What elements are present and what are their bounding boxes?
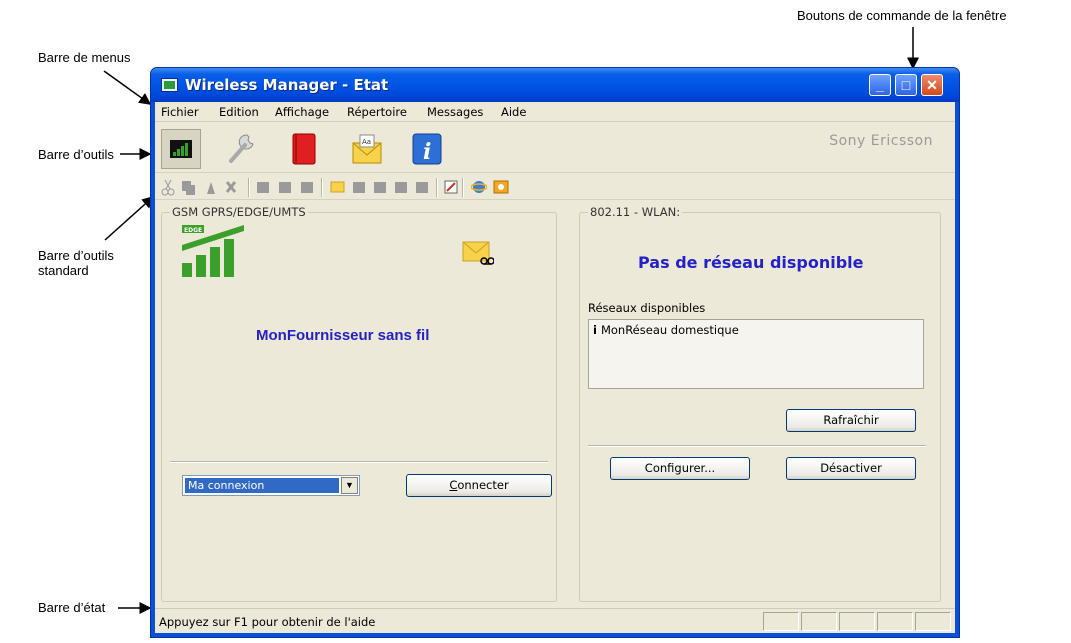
std-toolbar-icons (161, 178, 464, 197)
copy-icon (182, 181, 195, 195)
delete-icon (225, 181, 237, 193)
contact-icons (257, 182, 313, 193)
app-icon (161, 78, 178, 92)
wrench-icon (229, 134, 254, 163)
minimize-button[interactable]: _ (869, 74, 891, 96)
close-icon: ✕ (926, 77, 938, 93)
arrow-std-toolbar (104, 195, 155, 241)
phonebook-icon (292, 133, 316, 165)
wlan-status: Pas de réseau disponible (638, 253, 864, 272)
settings-toolbar-button[interactable] (221, 129, 261, 169)
disable-button[interactable]: Désactiver (786, 457, 916, 480)
connection-select[interactable]: Ma connexion ▼ (182, 475, 360, 496)
annotation-menubar: Barre de menus (38, 50, 131, 65)
menu-repertoire[interactable]: Répertoire (347, 105, 407, 119)
messages-toolbar-button[interactable]: Aa (347, 129, 387, 169)
menu-aide[interactable]: Aide (501, 105, 526, 119)
wlan-group-label: 802.11 - WLAN: (588, 205, 683, 219)
window-title: Wireless Manager - Etat (185, 76, 389, 94)
menu-messages[interactable]: Messages (427, 105, 483, 119)
status-text: Appuyez sur F1 pour obtenir de l'aide (159, 615, 376, 629)
info-toolbar-button[interactable]: i (407, 129, 447, 169)
status-panel-5 (915, 612, 951, 631)
connection-select-value: Ma connexion (185, 478, 339, 493)
maximize-button[interactable]: □ (895, 74, 917, 96)
network-info-icon: i (593, 323, 597, 337)
wireless-manager-window: Wireless Manager - Etat _ □ ✕ Fichier Ed… (150, 67, 960, 638)
status-panel-1 (763, 612, 799, 631)
available-networks-label: Réseaux disponibles (588, 301, 706, 315)
connect-button[interactable]: Connecter (406, 474, 552, 497)
phonebook-toolbar-button[interactable] (283, 129, 323, 169)
title-bar[interactable]: Wireless Manager - Etat _ □ ✕ (151, 68, 959, 102)
chevron-down-icon[interactable]: ▼ (341, 477, 358, 494)
list-item[interactable]: i MonRéseau domestique (593, 323, 739, 337)
connect-label: onnecter (457, 478, 509, 492)
client-area: Fichier Edition Affichage Répertoire Mes… (155, 102, 955, 633)
annotation-toolbar: Barre d’outils (38, 147, 114, 162)
minimize-icon: _ (876, 77, 884, 93)
info-icon: i (412, 133, 442, 165)
edge-signal-icon: EDGE (182, 225, 244, 277)
menu-edition[interactable]: Edition (219, 105, 259, 119)
gsm-group-label: GSM GPRS/EDGE/UMTS (170, 205, 308, 219)
browser-icon (471, 181, 487, 193)
gsm-divider (170, 461, 548, 463)
status-panel-3 (839, 612, 875, 631)
svg-text:i: i (423, 139, 431, 165)
annotation-std-toolbar-line1: Barre d’outils (38, 248, 114, 263)
menu-bar: Fichier Edition Affichage Répertoire Mes… (155, 102, 955, 122)
main-toolbar: Aa i Sony Ericsson (155, 123, 955, 173)
voicemail-icon (462, 241, 494, 265)
arrow-menubar (103, 70, 152, 105)
paste-icon (207, 182, 215, 194)
cut-icon (161, 179, 175, 196)
gsm-group: GSM GPRS/EDGE/UMTS EDGE MonFournisseur s… (161, 205, 557, 602)
message-icons (330, 181, 428, 193)
annotation-statusbar: Barre d’état (38, 600, 106, 615)
edit-icon (444, 180, 458, 194)
brand-logo: Sony Ericsson (829, 133, 933, 149)
message-envelope-icon: Aa (352, 134, 382, 164)
close-button[interactable]: ✕ (921, 74, 943, 96)
wlan-divider (588, 445, 926, 447)
refresh-button[interactable]: Rafraîchir (786, 409, 916, 432)
networks-list[interactable]: i MonRéseau domestique (588, 319, 924, 389)
status-panel-4 (877, 612, 913, 631)
signal-status-icon (170, 140, 192, 158)
mail-client-icon (493, 180, 509, 194)
status-panel-2 (801, 612, 837, 631)
menu-affichage[interactable]: Affichage (275, 105, 329, 119)
status-bar: Appuyez sur F1 pour obtenir de l'aide (155, 608, 955, 633)
standard-toolbar (155, 174, 955, 200)
network-name: MonRéseau domestique (600, 323, 739, 337)
configure-button[interactable]: Configurer... (610, 457, 750, 480)
status-toolbar-button[interactable] (161, 129, 201, 169)
annotation-window-buttons: Boutons de commande de la fenêtre (797, 8, 1007, 23)
maximize-icon: □ (901, 77, 911, 93)
edge-badge: EDGE (184, 227, 202, 234)
svg-text:Aa: Aa (362, 138, 371, 146)
menu-fichier[interactable]: Fichier (161, 105, 199, 119)
wlan-group: 802.11 - WLAN: Pas de réseau disponible … (579, 205, 941, 602)
annotation-std-toolbar: Barre d’outils standard (38, 248, 114, 278)
provider-name: MonFournisseur sans fil (256, 327, 430, 344)
annotation-std-toolbar-line2: standard (38, 263, 89, 278)
